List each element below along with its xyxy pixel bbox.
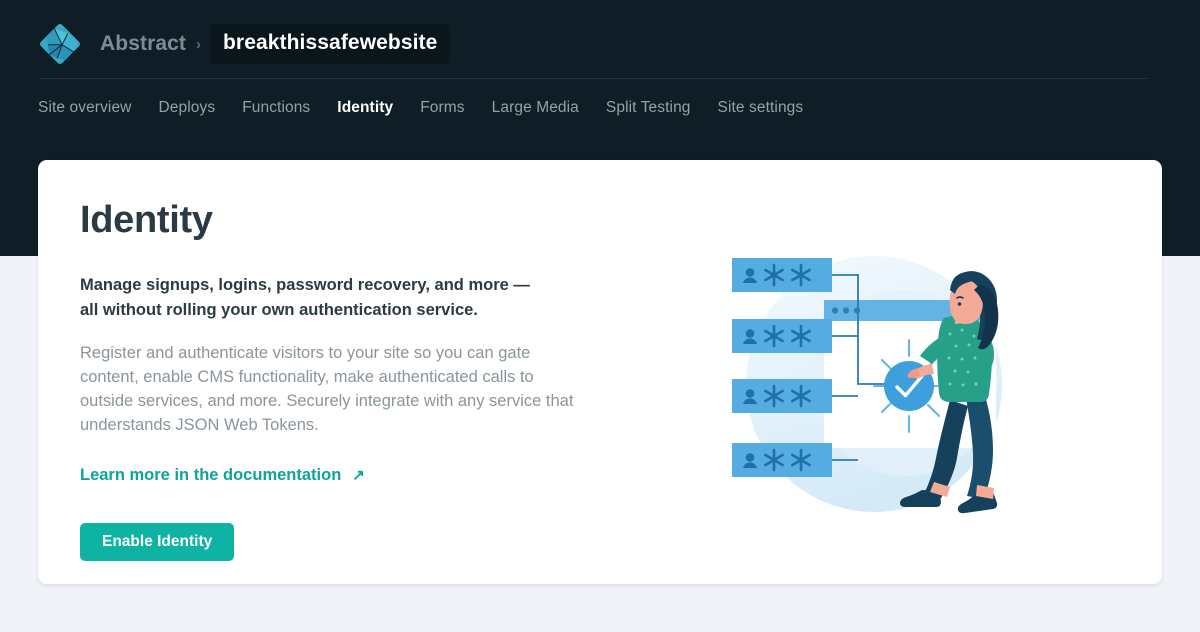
abstract-gem-logo-icon[interactable] [38,22,82,66]
documentation-link-label: Learn more in the documentation [80,466,341,485]
tab-split-testing[interactable]: Split Testing [606,99,691,117]
site-name-chip[interactable]: breakthissafewebsite [210,24,450,64]
site-nav-tabs: Site overview Deploys Functions Identity… [38,99,830,117]
page-title: Identity [80,200,640,242]
breadcrumb: Abstract › breakthissafewebsite [38,20,450,68]
documentation-link[interactable]: Learn more in the documentation ↗ [80,466,365,485]
org-name[interactable]: Abstract [100,32,186,56]
user-card [732,258,832,292]
tab-deploys[interactable]: Deploys [158,99,215,117]
identity-panel: Identity Manage signups, logins, passwor… [38,160,1162,584]
tab-site-overview[interactable]: Site overview [38,99,131,117]
user-card [732,379,832,413]
tab-large-media[interactable]: Large Media [492,99,579,117]
identity-authentication-illustration [722,248,1022,516]
identity-body-text: Register and authenticate visitors to yo… [80,342,580,438]
breadcrumb-separator-icon: › [196,37,201,52]
tab-site-settings[interactable]: Site settings [718,99,804,117]
user-card [732,443,832,477]
tab-forms[interactable]: Forms [420,99,464,117]
external-link-arrow-icon: ↗ [352,468,365,483]
identity-lead-text: Manage signups, logins, password recover… [80,273,550,324]
enable-identity-button[interactable]: Enable Identity [80,523,234,561]
identity-copy-column: Identity Manage signups, logins, passwor… [80,200,640,561]
user-card [732,319,832,353]
tab-functions[interactable]: Functions [242,99,310,117]
header-divider [40,78,1148,79]
tab-identity[interactable]: Identity [337,99,393,117]
